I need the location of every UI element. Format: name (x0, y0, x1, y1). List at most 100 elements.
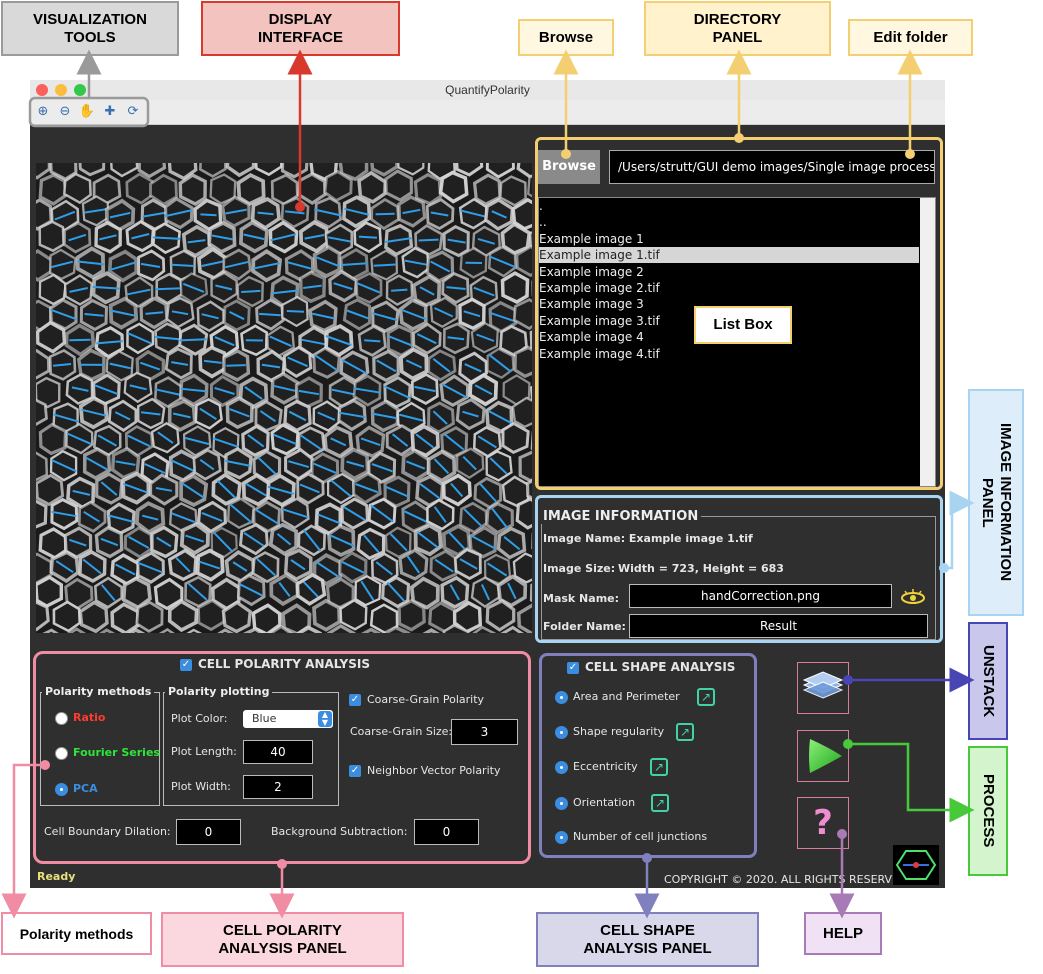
area-perimeter-external-icon[interactable]: ↗ (697, 688, 715, 706)
plot-color-label: Plot Color: (171, 712, 228, 725)
cell-boundary-dilation-input[interactable]: 0 (176, 819, 241, 845)
shape-regularity-external-icon[interactable]: ↗ (676, 723, 694, 741)
eccentricity-external-icon[interactable]: ↗ (650, 758, 668, 776)
plot-color-select[interactable]: Blue ▲ ▼ (243, 710, 333, 728)
cell-outline (135, 600, 164, 633)
coarse-grain-size-label: Coarse-Grain Size: (350, 725, 453, 738)
maximize-window-icon[interactable] (74, 84, 86, 96)
cell-outline (384, 169, 413, 202)
help-callout: HELP (804, 912, 882, 955)
orientation-external-icon[interactable]: ↗ (651, 794, 669, 812)
plot-width-label: Plot Width: (171, 780, 231, 793)
close-window-icon[interactable] (36, 84, 48, 96)
plot-length-value: 40 (270, 745, 286, 759)
polarity-method-radio[interactable] (55, 747, 68, 760)
folder-name-field[interactable]: Result (629, 614, 928, 638)
coarse-grain-label: Coarse-Grain Polarity (367, 693, 485, 706)
status-text: Ready (37, 870, 76, 883)
polarity-plotting-title: Polarity plotting (165, 685, 273, 698)
zoom-in-icon[interactable]: ⊕ (34, 103, 52, 121)
image-information-title: IMAGE INFORMATION (540, 509, 702, 524)
cell-outline (36, 575, 63, 609)
plot-width-input[interactable]: 2 (243, 775, 313, 799)
plot-color-value: Blue (252, 712, 277, 725)
pan-hand-icon[interactable]: ✋ (78, 103, 96, 121)
cell-polarity-checkbox[interactable]: ✓ (180, 659, 192, 671)
zoom-out-icon[interactable]: ⊖ (56, 103, 74, 121)
polarity-method-radio[interactable] (55, 783, 68, 796)
polarity-methods-title: Polarity methods (42, 685, 155, 698)
process-button[interactable] (797, 730, 849, 782)
eye-icon[interactable] (899, 587, 927, 605)
cell-outline (38, 422, 68, 456)
cell-boundary-dilation-label: Cell Boundary Dilation: (44, 825, 171, 838)
cell-shape-option-label: Orientation (573, 796, 636, 809)
polarity-vector (373, 263, 396, 267)
background-subtraction-value: 0 (442, 825, 451, 839)
cell-outline (518, 450, 532, 483)
cell-shape-option-radio[interactable] (555, 831, 568, 844)
polarity-vector (155, 287, 183, 291)
cell-polarity-analysis-panel-callout: CELL POLARITY ANALYSIS PANEL (161, 912, 404, 967)
cell-outline (515, 497, 532, 530)
polarity-vector (241, 289, 261, 293)
polarity-method-radio[interactable] (55, 712, 68, 725)
cell-shape-option-radio[interactable] (555, 691, 568, 704)
folder-name-label: Folder Name: (543, 620, 626, 633)
unstack-button[interactable] (797, 662, 849, 714)
cell-outline (513, 345, 532, 379)
cell-shape-option-radio[interactable] (555, 761, 568, 774)
question-mark-icon: ? (813, 803, 833, 843)
unstack-callout: UNSTACK (968, 622, 1008, 740)
mask-name-field[interactable]: handCorrection.png (629, 584, 892, 608)
plot-length-input[interactable]: 40 (243, 740, 313, 764)
cell-shape-option-radio[interactable] (555, 797, 568, 810)
polarity-method-label: PCA (73, 782, 98, 795)
layers-icon (802, 671, 844, 699)
polarity-vector (200, 213, 217, 217)
cell-outline (296, 172, 327, 206)
cell-shape-option-label: Shape regularity (573, 725, 665, 738)
image-size-value: Width = 723, Height = 683 (618, 562, 784, 575)
display-interface-callout: DISPLAY INTERFACE (201, 1, 400, 56)
help-button[interactable]: ? (797, 797, 849, 849)
chevron-updown-icon: ▲ ▼ (318, 711, 332, 727)
plot-length-label: Plot Length: (171, 745, 237, 758)
cell-shape-checkbox[interactable]: ✓ (567, 662, 579, 674)
polarity-vector (259, 312, 281, 317)
polarity-vector (391, 288, 408, 292)
neighbor-vector-checkbox[interactable]: ✓ (349, 765, 361, 777)
app-logo (893, 845, 939, 885)
polarity-method-label: Ratio (73, 711, 106, 724)
coarse-grain-size-value: 3 (480, 725, 489, 739)
data-cursor-icon[interactable]: ✚ (101, 103, 119, 121)
cell-outline (397, 598, 426, 632)
background-subtraction-input[interactable]: 0 (414, 819, 479, 845)
polarity-vector (286, 310, 305, 313)
cell-shape-panel-outline (539, 653, 757, 858)
cell-outline (36, 499, 48, 529)
cell-polarity-title: CELL POLARITY ANALYSIS (198, 657, 370, 671)
folder-name-value: Result (759, 619, 798, 633)
edit-folder-callout: Edit folder (848, 19, 973, 56)
play-icon (809, 739, 842, 773)
polarity-vector (358, 235, 378, 239)
coarse-grain-size-input[interactable]: 3 (451, 719, 518, 745)
process-callout-text: PROCESS (980, 774, 997, 848)
cell-shape-option-radio[interactable] (555, 726, 568, 739)
polarity-method-label: Fourier Series (73, 746, 160, 759)
cell-shape-title: CELL SHAPE ANALYSIS (585, 660, 736, 674)
mask-name-label: Mask Name: (543, 592, 620, 605)
background-subtraction-label: Background Subtraction: (271, 825, 408, 838)
polarity-vector (364, 339, 381, 343)
coarse-grain-checkbox[interactable]: ✓ (349, 694, 361, 706)
cell-outline (38, 220, 65, 253)
minimize-window-icon[interactable] (55, 84, 67, 96)
rotate-3d-icon[interactable]: ⟳ (124, 103, 142, 121)
unstack-callout-text: UNSTACK (980, 644, 997, 718)
cell-boundary-dilation-value: 0 (204, 825, 213, 839)
display-image[interactable] (36, 163, 532, 633)
mask-name-value: handCorrection.png (701, 589, 820, 603)
cell-outline (501, 421, 530, 455)
browse-callout: Browse (518, 19, 614, 56)
